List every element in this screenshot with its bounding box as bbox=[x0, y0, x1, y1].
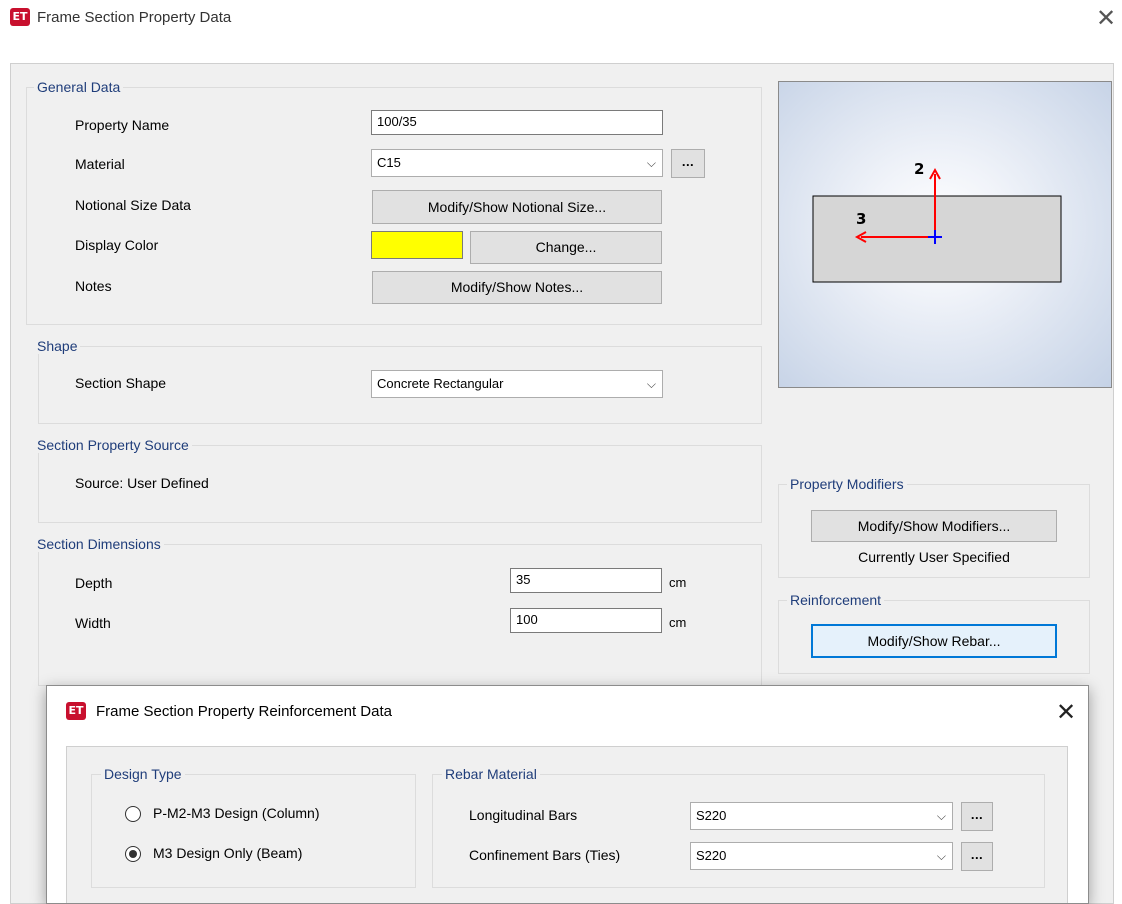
property-name-input[interactable]: 100/35 bbox=[371, 110, 663, 135]
modify-rebar-button[interactable]: Modify/Show Rebar... bbox=[811, 624, 1057, 658]
design-type-group bbox=[91, 774, 416, 888]
section-rectangle bbox=[812, 195, 1062, 283]
chevron-down-icon: ⌵ bbox=[936, 849, 946, 863]
material-more-button[interactable]: ... bbox=[671, 149, 705, 178]
column-design-label[interactable]: P-M2-M3 Design (Column) bbox=[153, 804, 319, 822]
beam-design-radio[interactable] bbox=[125, 846, 141, 862]
axis-3-label: 3 bbox=[856, 210, 866, 228]
confinement-bars-value: S220 bbox=[696, 848, 727, 863]
source-text: Source: User Defined bbox=[75, 475, 209, 491]
general-data-legend: General Data bbox=[34, 79, 124, 95]
rebar-material-legend: Rebar Material bbox=[442, 766, 540, 782]
confinement-bars-label: Confinement Bars (Ties) bbox=[469, 847, 621, 863]
rebar-dialog-title: Frame Section Property Reinforcement Dat… bbox=[96, 703, 392, 720]
display-color-label: Display Color bbox=[75, 237, 159, 253]
confinement-bars-select[interactable]: S220 ⌵ bbox=[690, 842, 953, 870]
modify-modifiers-button[interactable]: Modify/Show Modifiers... bbox=[811, 510, 1057, 542]
property-name-label: Property Name bbox=[75, 117, 170, 133]
window-title: Frame Section Property Data bbox=[37, 9, 232, 26]
longitudinal-more-button[interactable]: ... bbox=[961, 802, 993, 831]
modifiers-status: Currently User Specified bbox=[858, 549, 1010, 565]
depth-input[interactable]: 35 bbox=[510, 568, 662, 593]
section-preview: 2 3 bbox=[778, 81, 1112, 388]
axis-2-label: 2 bbox=[914, 160, 924, 178]
depth-unit: cm bbox=[669, 575, 687, 590]
rebar-material-group bbox=[432, 774, 1045, 888]
width-label: Width bbox=[75, 615, 111, 631]
section-shape-label: Section Shape bbox=[75, 375, 167, 391]
section-property-source-legend: Section Property Source bbox=[34, 437, 192, 453]
chevron-down-icon: ⌵ bbox=[646, 156, 656, 170]
section-dimensions-legend: Section Dimensions bbox=[34, 536, 164, 552]
width-unit: cm bbox=[669, 615, 687, 630]
beam-design-label[interactable]: M3 Design Only (Beam) bbox=[153, 844, 302, 862]
notional-size-label: Notional Size Data bbox=[75, 197, 191, 213]
change-color-button[interactable]: Change... bbox=[470, 231, 662, 264]
section-shape-select[interactable]: Concrete Rectangular ⌵ bbox=[371, 370, 663, 398]
depth-label: Depth bbox=[75, 575, 113, 591]
chevron-down-icon: ⌵ bbox=[646, 377, 656, 391]
close-icon[interactable]: ✕ bbox=[1096, 6, 1116, 30]
column-design-radio[interactable] bbox=[125, 806, 141, 822]
material-value: C15 bbox=[377, 155, 401, 170]
material-label: Material bbox=[75, 156, 125, 172]
etabs-app-icon: ET bbox=[66, 702, 86, 720]
etabs-app-icon: ET bbox=[10, 8, 30, 26]
chevron-down-icon: ⌵ bbox=[936, 809, 946, 823]
modify-notional-size-button[interactable]: Modify/Show Notional Size... bbox=[372, 190, 662, 224]
modify-notes-button[interactable]: Modify/Show Notes... bbox=[372, 271, 662, 304]
close-icon[interactable]: ✕ bbox=[1056, 700, 1076, 724]
notes-label: Notes bbox=[75, 278, 112, 294]
material-select[interactable]: C15 ⌵ bbox=[371, 149, 663, 177]
section-preview-drawing: 2 3 bbox=[812, 160, 1062, 283]
longitudinal-bars-value: S220 bbox=[696, 808, 727, 823]
width-input[interactable]: 100 bbox=[510, 608, 662, 633]
section-shape-value: Concrete Rectangular bbox=[377, 376, 504, 391]
reinforcement-legend: Reinforcement bbox=[787, 592, 885, 608]
longitudinal-bars-select[interactable]: S220 ⌵ bbox=[690, 802, 953, 830]
display-color-swatch[interactable] bbox=[371, 231, 463, 259]
confinement-more-button[interactable]: ... bbox=[961, 842, 993, 871]
longitudinal-bars-label: Longitudinal Bars bbox=[469, 807, 578, 823]
shape-legend: Shape bbox=[34, 338, 81, 354]
design-type-legend: Design Type bbox=[101, 766, 185, 782]
property-modifiers-legend: Property Modifiers bbox=[787, 476, 907, 492]
